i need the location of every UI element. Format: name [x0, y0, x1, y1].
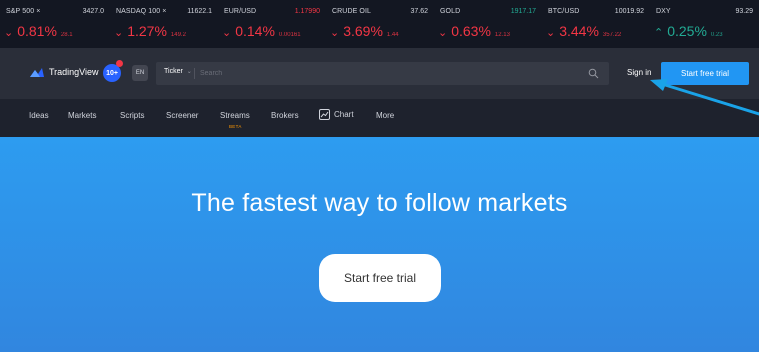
ticker-item-btcusd[interactable]: BTC/USD 10019.92 ⌄ 3.44% 357.22: [542, 0, 650, 48]
ticker-change: ⌄ 3.44% 357.22: [546, 23, 621, 39]
down-arrow-icon: ⌄: [546, 27, 556, 39]
ticker-change-pct: 0.25%: [667, 23, 707, 39]
down-arrow-icon: ⌄: [438, 27, 448, 39]
ticker-change-abs: 357.22: [602, 32, 622, 38]
start-free-trial-header-button[interactable]: Start free trial: [661, 62, 749, 85]
ticker-price: 10019.92: [614, 8, 644, 15]
down-arrow-icon: ⌄: [330, 27, 340, 39]
ticker-change-pct: 0.63%: [451, 23, 491, 39]
ticker-change: ⌃ 0.25% 0.23: [654, 23, 723, 39]
sign-in-link[interactable]: Sign in: [627, 68, 651, 77]
nav-item-streams[interactable]: Streams: [220, 111, 250, 120]
down-arrow-icon: ⌄: [114, 27, 124, 39]
search-input[interactable]: [200, 68, 580, 79]
ticker-change-abs: 1.44: [386, 32, 399, 38]
ticker-change: ⌄ 0.63% 12.13: [438, 23, 510, 39]
notification-dot: [116, 60, 123, 67]
ticker-change-abs: 12.13: [494, 32, 510, 38]
ticker-item-sp500[interactable]: S&P 500 × 3427.0 ⌄ 0.81% 28.1: [0, 0, 110, 48]
ticker-dropdown[interactable]: Ticker ⌄: [164, 68, 192, 75]
ticker-change: ⌄ 0.81% 28.1: [4, 23, 73, 39]
hero-section: The fastest way to follow markets Start …: [0, 137, 759, 352]
nav-item-more[interactable]: More: [376, 111, 394, 120]
ticker-price: 11622.1: [187, 8, 212, 15]
ticker-dropdown-label: Ticker: [164, 68, 183, 75]
ticker-change-abs: 28.1: [60, 32, 73, 38]
nav-item-chart-label: Chart: [334, 110, 354, 119]
language-button[interactable]: EN: [132, 65, 148, 81]
ticker-change-pct: 0.14%: [235, 23, 275, 39]
ticker-item-nasdaq100[interactable]: NASDAQ 100 × 11622.1 ⌄ 1.27% 149.2: [110, 0, 218, 48]
hero-title: The fastest way to follow markets: [191, 189, 568, 217]
notification-count: 10+: [106, 69, 118, 77]
ticker-item-dxy[interactable]: DXY 93.29 ⌃ 0.25% 0.23: [650, 0, 759, 48]
ticker-price: 93.29: [735, 8, 753, 15]
nav-item-chart[interactable]: Chart: [319, 109, 354, 120]
nav-item-markets[interactable]: Markets: [68, 111, 96, 120]
up-arrow-icon: ⌃: [654, 27, 664, 39]
ticker-price: 1.17990: [294, 8, 320, 15]
ticker-change: ⌄ 0.14% 0.00161: [222, 23, 301, 39]
ticker-price: 3427.0: [82, 8, 104, 15]
search-bar: Ticker ⌄: [156, 62, 609, 85]
down-arrow-icon: ⌄: [4, 27, 14, 39]
ticker-change-pct: 0.81%: [17, 23, 57, 39]
chart-icon: [319, 109, 330, 120]
ticker-change-pct: 1.27%: [127, 23, 167, 39]
search-divider: [194, 68, 195, 79]
ticker-price: 1917.17: [510, 8, 536, 15]
ticker-change-abs: 0.00161: [278, 32, 301, 38]
down-arrow-icon: ⌄: [222, 27, 232, 39]
ticker-change-pct: 3.44%: [559, 23, 599, 39]
main-nav: Ideas Markets Scripts Screener Streams B…: [0, 99, 759, 137]
ticker-item-eurusd[interactable]: EUR/USD 1.17990 ⌄ 0.14% 0.00161: [218, 0, 326, 48]
nav-item-scripts[interactable]: Scripts: [120, 111, 144, 120]
tradingview-logo-icon: [30, 68, 44, 77]
ticker-change-abs: 149.2: [170, 32, 186, 38]
chevron-down-icon: ⌄: [186, 69, 192, 75]
nav-item-ideas[interactable]: Ideas: [29, 111, 49, 120]
ticker-item-crude-oil[interactable]: CRUDE OIL 37.62 ⌄ 3.69% 1.44: [326, 0, 434, 48]
logo-text: TradingView: [49, 67, 99, 77]
tradingview-logo[interactable]: TradingView: [29, 66, 99, 78]
ticker-change: ⌄ 3.69% 1.44: [330, 23, 399, 39]
site-header: TradingView 10+ EN Ticker ⌄ Sign in Star…: [0, 48, 759, 99]
ticker-price: 37.62: [410, 8, 428, 15]
ticker-change-abs: 0.23: [710, 32, 723, 38]
nav-item-screener[interactable]: Screener: [166, 111, 198, 120]
search-icon[interactable]: [588, 68, 599, 79]
start-free-trial-hero-button[interactable]: Start free trial: [319, 254, 441, 302]
beta-badge: BETA: [229, 124, 242, 129]
nav-item-brokers[interactable]: Brokers: [271, 111, 299, 120]
ticker-change: ⌄ 1.27% 149.2: [114, 23, 186, 39]
ticker-item-gold[interactable]: GOLD 1917.17 ⌄ 0.63% 12.13: [434, 0, 542, 48]
market-ticker-bar: S&P 500 × 3427.0 ⌄ 0.81% 28.1 NASDAQ 100…: [0, 0, 759, 48]
ticker-change-pct: 3.69%: [343, 23, 383, 39]
